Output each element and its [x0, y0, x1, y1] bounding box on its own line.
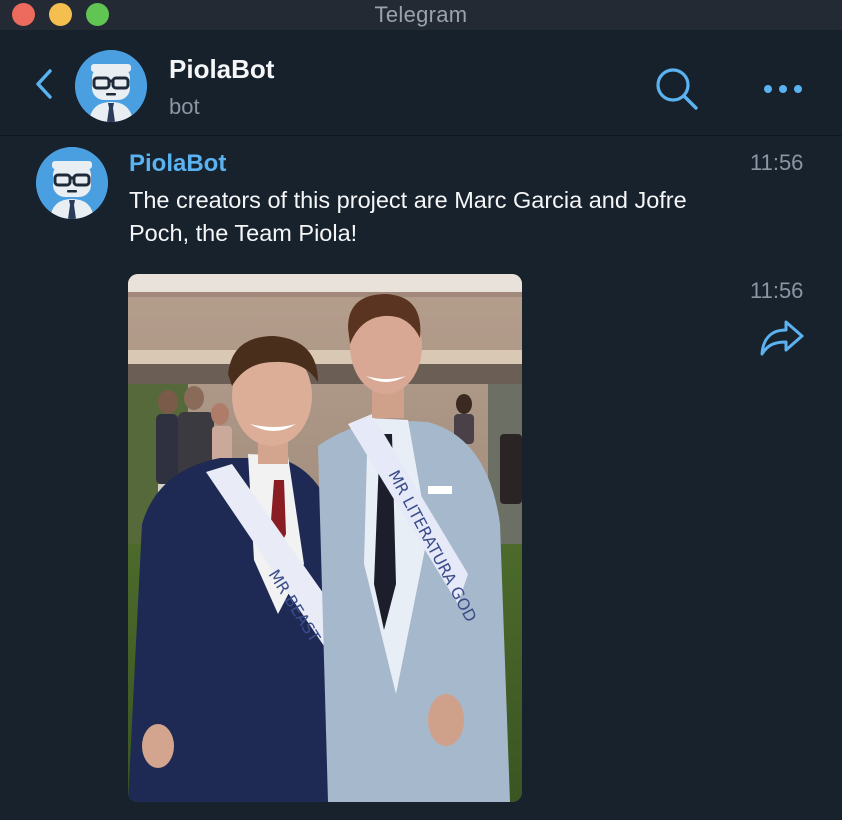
bot-face-icon: [75, 50, 147, 122]
search-icon[interactable]: [654, 66, 700, 112]
forward-arrow-icon[interactable]: [758, 316, 806, 360]
window-title: Telegram: [374, 2, 468, 27]
bot-avatar[interactable]: [75, 50, 147, 122]
window-titlebar: Telegram: [0, 0, 842, 30]
window-controls: [12, 3, 109, 26]
bot-face-icon: [36, 147, 108, 219]
more-dots-icon[interactable]: [762, 82, 804, 96]
message-time: 11:56: [750, 278, 804, 303]
chat-header: PiolaBot bot: [0, 30, 842, 136]
message-text: The creators of this project are Marc Ga…: [129, 187, 687, 246]
minimize-window-button[interactable]: [49, 3, 72, 26]
back-chevron-icon[interactable]: [34, 68, 54, 100]
photo-image: MR BEAST MR LITERATURA GOD: [128, 274, 522, 802]
sender-avatar[interactable]: [36, 147, 108, 219]
message-time: 11:56: [750, 150, 804, 175]
zoom-window-button[interactable]: [86, 3, 109, 26]
message-photo[interactable]: MR BEAST MR LITERATURA GOD: [128, 274, 522, 802]
close-window-button[interactable]: [12, 3, 35, 26]
chat-title: PiolaBot: [169, 54, 275, 84]
chat-status: bot: [169, 94, 200, 119]
message-sender[interactable]: PiolaBot: [129, 150, 226, 178]
